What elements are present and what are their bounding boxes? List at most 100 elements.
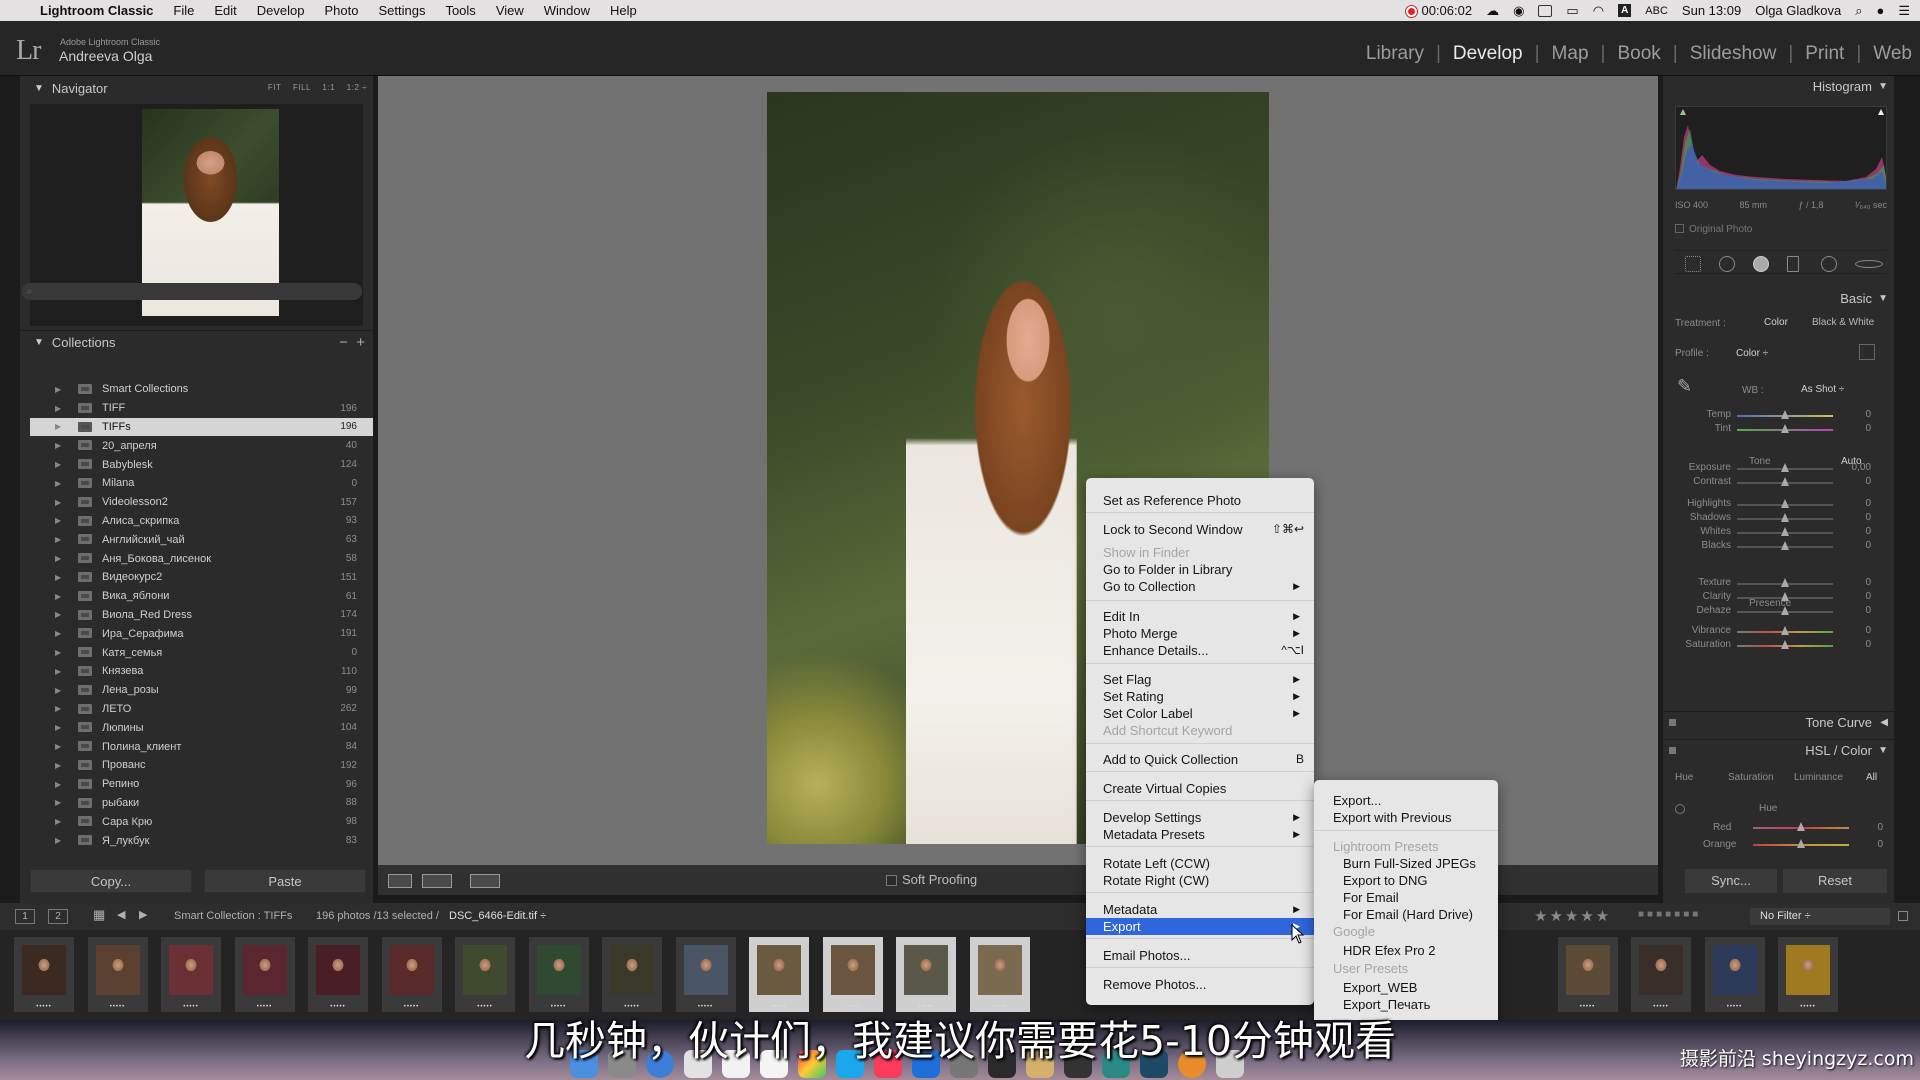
disclosure-triangle-icon[interactable]: ▶	[55, 498, 61, 507]
context-menu-item[interactable]: Set as Reference Photo	[1086, 492, 1314, 509]
disclosure-triangle-icon[interactable]: ▶	[55, 723, 61, 732]
slider-value-highlights[interactable]: 0	[1841, 498, 1871, 509]
slider-knob[interactable]	[1781, 592, 1789, 601]
slider-value-blacks[interactable]: 0	[1841, 540, 1871, 551]
collections-filter-input[interactable]: ⌕	[22, 283, 362, 300]
disclosure-triangle-icon[interactable]: ▶	[55, 667, 61, 676]
export-submenu-item[interactable]: Burn Full-Sized JPEGs	[1314, 855, 1498, 872]
context-menu-item[interactable]: Remove Photos...	[1086, 976, 1314, 993]
context-menu-item[interactable]: Photo Merge ▶	[1086, 625, 1314, 642]
context-menu-item[interactable]: Set Rating ▶	[1086, 688, 1314, 705]
collection-item[interactable]: ▶ Milana 0	[30, 474, 373, 493]
slider-blacks[interactable]	[1737, 541, 1833, 550]
export-submenu-item[interactable]: Export to DNG	[1314, 872, 1498, 889]
disclosure-triangle-icon[interactable]: ▶	[55, 629, 61, 638]
hsl-orange-slider[interactable]	[1753, 839, 1849, 848]
filmstrip-thumbnail[interactable]: •••••	[161, 937, 221, 1012]
collection-item[interactable]: ▶ Князева 110	[30, 662, 373, 681]
slider-value-tint[interactable]: 0	[1841, 423, 1871, 434]
wifi-icon[interactable]: ◠	[1593, 3, 1604, 19]
slider-knob[interactable]	[1781, 410, 1789, 419]
slider-dehaze[interactable]	[1737, 606, 1833, 615]
collection-item[interactable]: ▶ Лена_розы 99	[30, 681, 373, 700]
slider-value-temp[interactable]: 0	[1841, 409, 1871, 420]
collection-item[interactable]: ▶ Аня_Бокова_лисенок 58	[30, 549, 373, 568]
collection-item[interactable]: ▶ Люпины 104	[30, 718, 373, 737]
collection-item[interactable]: ▶ Сара Крю 98	[30, 812, 373, 831]
collection-item[interactable]: ▶ TIFFs 196	[30, 417, 373, 437]
notification-icon[interactable]: ☰	[1898, 3, 1910, 19]
app-menu[interactable]: Lightroom Classic	[36, 3, 163, 18]
slider-value-whites[interactable]: 0	[1841, 526, 1871, 537]
before-after-icon[interactable]	[422, 874, 452, 888]
back-arrow-icon[interactable]: ◀	[117, 908, 125, 921]
collection-item[interactable]: ▶ Виола_Red Dress 174	[30, 606, 373, 625]
disclosure-triangle-icon[interactable]: ▶	[55, 441, 61, 450]
eye-icon[interactable]: ◉	[1513, 3, 1524, 19]
treatment-color[interactable]: Color	[1764, 317, 1788, 328]
menu-edit[interactable]: Edit	[204, 3, 246, 18]
secondary-window-button[interactable]: 2	[48, 909, 68, 924]
slider-knob[interactable]	[1781, 578, 1789, 587]
disclosure-triangle-icon[interactable]: ▶	[55, 516, 61, 525]
disclosure-triangle-icon[interactable]: ▶	[55, 460, 61, 469]
siri-icon[interactable]: ●	[1876, 3, 1884, 18]
input-source[interactable]: ABC	[1645, 5, 1668, 17]
basic-header[interactable]: Basic ▼	[1663, 288, 1894, 310]
export-submenu-item[interactable]: HDR Efex Pro 2	[1314, 942, 1498, 959]
context-menu-item[interactable]: Enhance Details... ^⌥I	[1086, 642, 1314, 659]
context-menu-item[interactable]: Rotate Left (CCW)	[1086, 855, 1314, 872]
disclosure-triangle-icon[interactable]: ▶	[55, 573, 61, 582]
slider-value-texture[interactable]: 0	[1841, 577, 1871, 588]
module-web[interactable]: Web	[1861, 43, 1912, 65]
soft-proofing-checkbox[interactable]	[886, 875, 897, 886]
export-submenu-item[interactable]: For Email	[1314, 889, 1498, 906]
zoom-1-2[interactable]: 1:2 ÷	[347, 83, 367, 92]
filmstrip-thumbnail[interactable]: •••••	[1557, 937, 1618, 1012]
add-remove-collection-icons[interactable]: − +	[339, 334, 365, 351]
filmstrip-thumbnail[interactable]: •••••	[234, 937, 295, 1012]
module-library[interactable]: Library	[1354, 43, 1436, 65]
context-menu-item[interactable]: Edit In ▶	[1086, 608, 1314, 625]
slider-contrast[interactable]	[1737, 477, 1833, 486]
slider-exposure[interactable]	[1737, 463, 1833, 472]
primary-window-button[interactable]: 1	[15, 909, 35, 924]
forward-arrow-icon[interactable]: ▶	[139, 908, 147, 921]
collection-item[interactable]: ▶ Babyblesk 124	[30, 455, 373, 474]
slider-temp[interactable]	[1737, 410, 1833, 419]
disclosure-triangle-icon[interactable]: ▶	[55, 686, 61, 695]
hsl-tab-luminance[interactable]: Luminance	[1794, 772, 1843, 783]
filter-lock-icon[interactable]	[1898, 911, 1908, 921]
slider-knob[interactable]	[1781, 626, 1789, 635]
filmstrip-thumbnail[interactable]: •••••	[822, 937, 883, 1012]
slider-vibrance[interactable]	[1737, 626, 1833, 635]
slider-knob[interactable]	[1781, 463, 1789, 472]
filmstrip-thumbnail[interactable]: •••••	[1631, 937, 1691, 1012]
disclosure-triangle-icon[interactable]: ▶	[55, 422, 61, 431]
menu-develop[interactable]: Develop	[247, 3, 315, 18]
sync-button[interactable]: Sync...	[1685, 869, 1777, 893]
zoom-1-1[interactable]: 1:1	[322, 83, 335, 92]
collection-item[interactable]: ▶ Репино 96	[30, 775, 373, 794]
display-icon[interactable]	[1538, 4, 1553, 17]
collection-item[interactable]: ▶ Видеокурс2 151	[30, 568, 373, 587]
disclosure-triangle-icon[interactable]: ▶	[55, 592, 61, 601]
hsl-tab-saturation[interactable]: Saturation	[1728, 772, 1774, 783]
copy-button[interactable]: Copy...	[30, 869, 192, 893]
disclosure-triangle-icon[interactable]: ▶	[55, 479, 61, 488]
grid-icon[interactable]: ▦	[93, 907, 105, 923]
recording-indicator[interactable]: 00:06:02	[1406, 3, 1472, 18]
slider-knob[interactable]	[1781, 606, 1789, 615]
slider-knob[interactable]	[1781, 513, 1789, 522]
collection-item[interactable]: ▶ 20_апреля 40	[30, 436, 373, 455]
menu-window[interactable]: Window	[534, 3, 600, 18]
before-after-yy-icon[interactable]	[470, 874, 500, 888]
red-eye-icon[interactable]	[1753, 256, 1769, 272]
collection-item[interactable]: ▶ TIFF 196	[30, 399, 373, 418]
brush-icon[interactable]	[1855, 260, 1883, 268]
slider-value-vibrance[interactable]: 0	[1841, 625, 1871, 636]
disclosure-triangle-icon[interactable]: ▶	[55, 648, 61, 657]
slider-knob[interactable]	[1781, 640, 1789, 649]
context-menu-item[interactable]: Create Virtual Copies	[1086, 780, 1314, 797]
filmstrip-thumbnail[interactable]: •••••	[528, 937, 589, 1012]
